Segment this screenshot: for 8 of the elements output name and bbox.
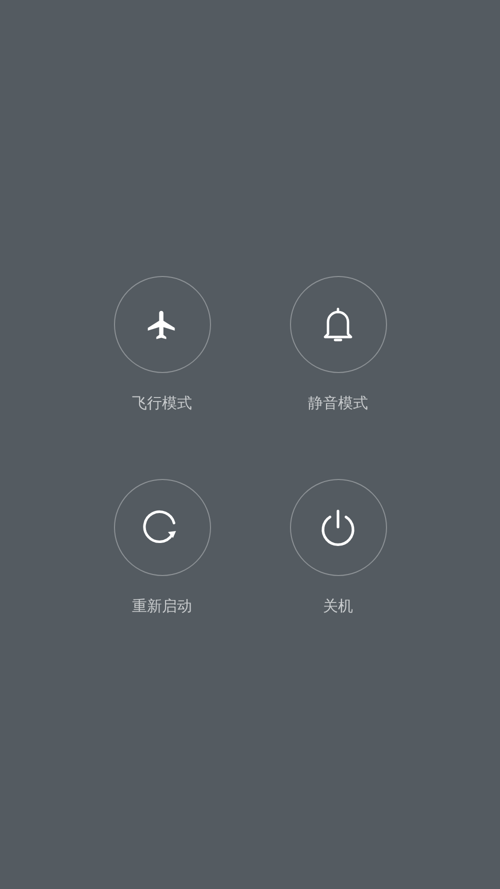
power-button[interactable] [290, 479, 386, 576]
airplane-button[interactable] [114, 276, 210, 373]
restart-button[interactable] [114, 479, 210, 576]
option-label: 重新启动 [132, 596, 192, 616]
bell-button[interactable] [290, 276, 386, 373]
option-label: 飞行模式 [132, 393, 192, 413]
option-label: 静音模式 [308, 393, 368, 413]
option-label: 关机 [323, 596, 353, 616]
